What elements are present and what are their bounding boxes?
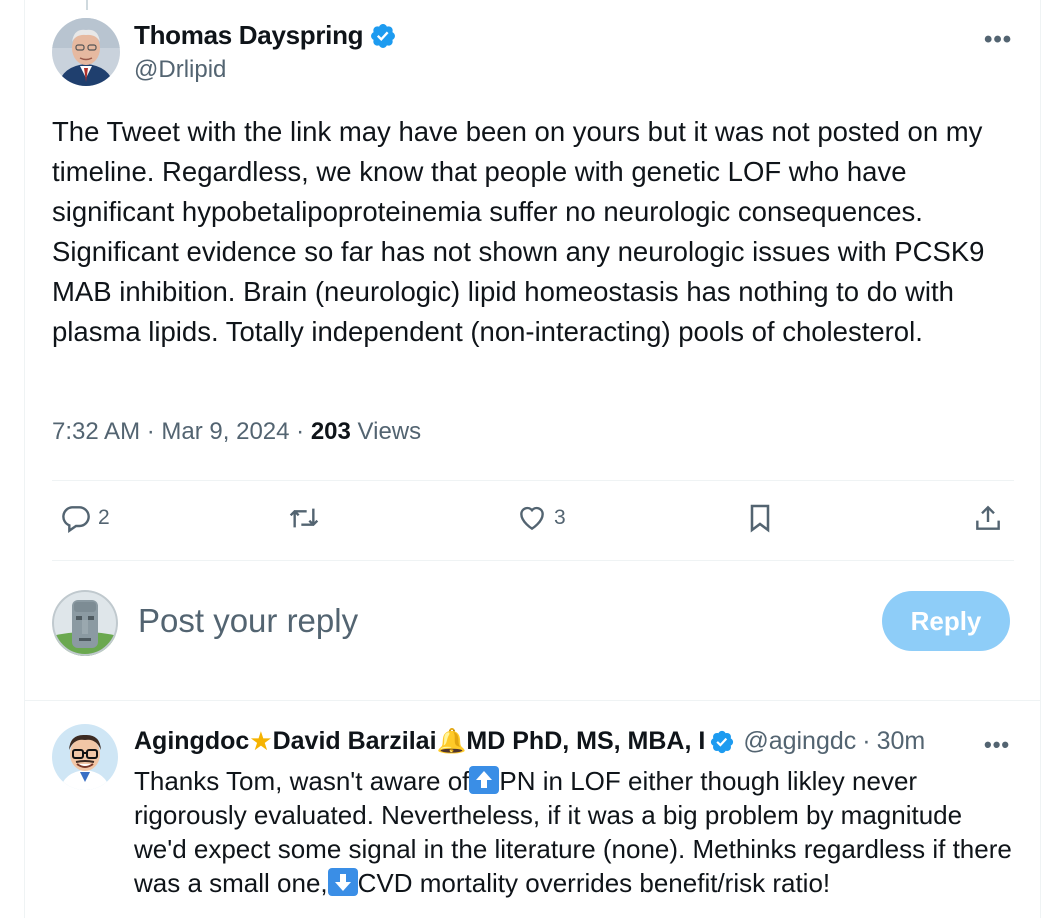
verified-badge-icon [711,730,734,753]
frame-border-left [24,0,25,918]
retweet-icon [289,508,319,528]
reply-header: Agingdoc ★ David Barzilai 🔔 MD PhD, MS, … [134,726,1014,757]
like-count: 3 [554,506,566,529]
up-arrow-emoji-icon [469,766,500,794]
heart-icon [520,506,544,531]
reply-author-name[interactable]: Agingdoc ★ David Barzilai 🔔 MD PhD, MS, … [134,726,735,757]
reply-author-avatar[interactable] [52,724,118,790]
bell-emoji-icon: 🔔 [436,728,467,755]
reply-author-handle[interactable]: @agingdc [743,727,856,756]
author-name-text: Thomas Dayspring [134,20,364,50]
views-count: 203 [310,418,351,445]
author-handle[interactable]: @Drlipid [134,56,226,84]
author-name[interactable]: Thomas Dayspring [134,20,397,51]
reply-text-part: Thanks Tom, wasn't aware of [134,766,470,796]
reply-icon [62,506,90,533]
verified-badge-icon [371,23,396,48]
reply-name-part: Agingdoc [134,727,250,755]
down-arrow-emoji-icon [327,868,358,896]
reply-text: Thanks Tom, wasn't aware of PN in LOF eit… [134,764,1014,900]
share-icon [976,505,1000,530]
meta-separator: · [146,418,155,445]
reply-separator: · [862,727,871,755]
reply-name-part: David Barzilai [272,727,437,755]
reply-text-part: CVD mortality overrides benefit/risk rat… [357,868,831,898]
reply-button[interactable]: Reply [882,591,1010,651]
reply-name-part: MD PhD, MS, MBA, I [466,727,706,755]
author-avatar[interactable] [52,18,120,86]
views-label: Views [357,418,422,445]
retweet-action-button[interactable] [288,502,326,534]
current-user-avatar [52,590,118,656]
frame-border-right [1040,0,1041,918]
reply-time[interactable]: 30m [877,727,926,756]
tweet-date[interactable]: Mar 9, 2024 [161,418,289,445]
thread-connector-line [86,0,88,10]
tweet-time[interactable]: 7:32 AM [52,418,140,445]
tweet-metadata: 7:32 AM · Mar 9, 2024 · 203 Views [52,418,421,446]
section-divider [24,700,1040,701]
divider [52,560,1014,561]
more-options-icon[interactable]: ••• [984,26,1012,54]
divider [52,480,1014,481]
reply-more-options-icon[interactable]: ••• [984,732,1010,758]
tweet-text: The Tweet with the link may have been on… [52,116,985,347]
bookmark-icon [750,504,770,533]
share-action-button[interactable] [972,502,1004,534]
like-action-button[interactable]: 3 [516,502,566,534]
star-emoji-icon: ★ [249,726,273,756]
reply-count: 2 [98,506,110,529]
reply-action-button[interactable]: 2 [60,502,110,534]
meta-separator: · [296,418,305,445]
bookmark-action-button[interactable] [744,502,776,534]
reply-input[interactable]: Post your reply [138,602,358,640]
